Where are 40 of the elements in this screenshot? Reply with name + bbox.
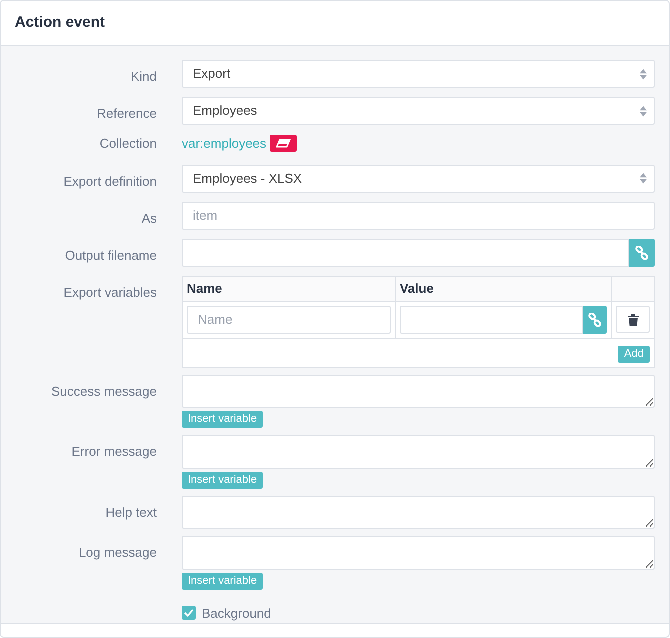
field-label: Log message bbox=[78, 545, 157, 560]
field-label: Output filename bbox=[65, 248, 157, 262]
select-field[interactable]: Employees - XLSX bbox=[182, 164, 655, 192]
text-area[interactable] bbox=[182, 435, 655, 468]
link-icon bbox=[588, 312, 602, 326]
field-label: Collection bbox=[100, 136, 157, 151]
name-field[interactable]: Name bbox=[187, 306, 391, 334]
text-area[interactable] bbox=[182, 536, 655, 570]
reference-link[interactable]: var:employees bbox=[182, 134, 267, 154]
column-header: Value bbox=[396, 276, 612, 301]
trash-icon bbox=[628, 314, 638, 326]
field-label: Help text bbox=[106, 504, 157, 520]
select-field[interactable]: Employees bbox=[182, 97, 655, 125]
insert-variable-button[interactable]: Insert variable bbox=[182, 411, 264, 428]
checkbox[interactable] bbox=[182, 606, 196, 620]
link-button[interactable] bbox=[628, 238, 655, 266]
field-label: As bbox=[142, 210, 157, 226]
text-area[interactable] bbox=[182, 496, 655, 529]
link-icon bbox=[634, 246, 649, 260]
add-button[interactable]: Add bbox=[618, 346, 650, 362]
eraser-icon bbox=[276, 139, 291, 148]
field-label: Reference bbox=[97, 106, 157, 121]
card-title: Action event bbox=[15, 14, 106, 32]
field-label: Export variables bbox=[64, 284, 157, 300]
text-area[interactable] bbox=[182, 374, 655, 408]
text-field[interactable]: item bbox=[182, 202, 655, 230]
select-field[interactable]: Export bbox=[182, 60, 655, 88]
checkbox-label: Background bbox=[202, 604, 272, 623]
value-field[interactable] bbox=[400, 306, 583, 334]
link-button[interactable] bbox=[582, 306, 607, 334]
field-label: Kind bbox=[130, 69, 157, 84]
delete-button[interactable] bbox=[616, 306, 650, 333]
field-label: Export definition bbox=[64, 174, 157, 188]
insert-variable-button[interactable]: Insert variable bbox=[182, 472, 264, 488]
insert-variable-button[interactable]: Insert variable bbox=[182, 572, 264, 590]
text-field[interactable] bbox=[182, 238, 629, 266]
erase-button[interactable] bbox=[270, 135, 297, 152]
field-label: Error message bbox=[72, 444, 157, 459]
column-header: Name bbox=[182, 276, 396, 301]
field-label: Success message bbox=[52, 384, 157, 398]
